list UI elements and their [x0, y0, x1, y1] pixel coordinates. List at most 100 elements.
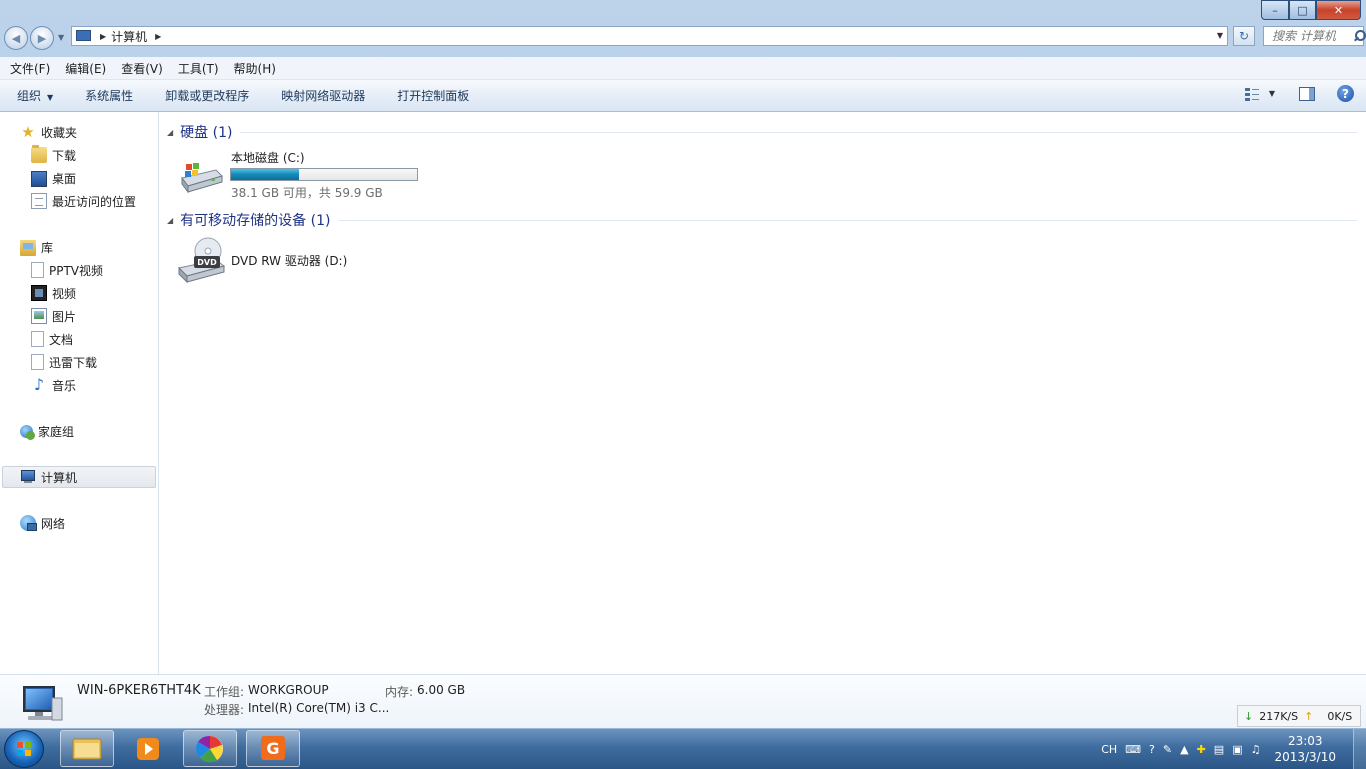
- group-title: 有可移动存储的设备 (1): [180, 213, 331, 229]
- group-header-hard-disks[interactable]: ◢ 硬盘 (1): [167, 122, 1357, 142]
- taskbar-media-player[interactable]: [121, 730, 175, 767]
- chevron-down-icon: ▼: [47, 93, 54, 102]
- group-header-removable[interactable]: ◢ 有可移动存储的设备 (1): [167, 210, 1357, 230]
- folder-icon: [72, 738, 102, 760]
- drive-c-usage-fill: [231, 169, 299, 180]
- workgroup-label: 工作组:: [204, 685, 245, 699]
- refresh-button[interactable]: ↻: [1233, 26, 1255, 46]
- net-speed-widget[interactable]: ↓ 217K/S ↑ 0K/S: [1237, 705, 1361, 727]
- details-pane: WIN-6PKER6THT4K 工作组: WORKGROUP 内存: 6.00 …: [0, 674, 1366, 728]
- drive-d-name[interactable]: DVD RW 驱动器 (D:): [231, 252, 347, 269]
- open-control-panel-button[interactable]: 打开控制面板: [380, 87, 484, 104]
- nav-homegroup[interactable]: 家庭组: [20, 421, 74, 441]
- dvd-drive-icon[interactable]: DVD: [176, 236, 226, 284]
- map-network-drive-button[interactable]: 映射网络驱动器: [264, 87, 380, 104]
- uninstall-program-button[interactable]: 卸载或更改程序: [148, 87, 264, 104]
- close-button[interactable]: ✕: [1316, 0, 1361, 20]
- menu-view[interactable]: 查看(V): [111, 60, 168, 77]
- nav-item-label: 文档: [49, 332, 74, 347]
- address-dropdown-icon[interactable]: ▼: [1217, 31, 1223, 40]
- plus-shield-icon[interactable]: ✚: [1197, 743, 1206, 756]
- upload-speed: 0K/S: [1327, 709, 1353, 723]
- address-bar[interactable]: ▶ 计算机 ▶ ▼: [71, 26, 1228, 46]
- start-button[interactable]: [4, 730, 44, 768]
- menu-tools[interactable]: 工具(T): [168, 60, 224, 77]
- document-icon: [31, 262, 44, 278]
- nav-libraries[interactable]: 库: [20, 237, 53, 257]
- libraries-icon: [20, 240, 36, 256]
- back-button[interactable]: ◀: [4, 26, 28, 50]
- minimize-button[interactable]: –: [1261, 0, 1289, 20]
- show-hidden-icons-icon[interactable]: ▲: [1180, 743, 1188, 756]
- nav-item-recent-places[interactable]: 最近访问的位置: [31, 191, 136, 211]
- menu-file[interactable]: 文件(F): [0, 60, 55, 77]
- clock-date: 2013/3/10: [1274, 750, 1336, 764]
- clock-time: 23:03: [1287, 734, 1323, 748]
- view-dropdown-icon[interactable]: ▼: [1269, 89, 1275, 98]
- volume-icon[interactable]: ♫: [1251, 743, 1261, 756]
- taskbar-g-app[interactable]: G: [246, 730, 300, 767]
- breadcrumb-separator-icon[interactable]: ▶: [100, 32, 106, 41]
- organize-label: 组织: [17, 89, 42, 103]
- nav-item-desktop[interactable]: 桌面: [31, 168, 76, 188]
- document-icon: [31, 354, 44, 370]
- pen-icon[interactable]: ✎: [1163, 743, 1172, 756]
- explorer-window: – □ ✕ ◀ ▶ ▼ ▶ 计算机 ▶ ▼ ↻ 文件(F) 编辑(E) 查看(V…: [0, 0, 1366, 728]
- device-icon[interactable]: ▤: [1214, 743, 1224, 756]
- computer-icon: [76, 30, 92, 42]
- help-icon[interactable]: ?: [1149, 743, 1155, 756]
- nav-item-documents[interactable]: 文档: [31, 329, 73, 349]
- forward-arrow-icon: ▶: [37, 31, 47, 45]
- nav-item-downloads[interactable]: 下载: [31, 145, 76, 165]
- menu-help[interactable]: 帮助(H): [224, 60, 281, 77]
- system-tray: CH ⌨ ? ✎ ▲ ✚ ▤ ▣ ♫ 23:03 2013/3/10: [1101, 729, 1366, 769]
- keyboard-icon[interactable]: ⌨: [1125, 743, 1141, 756]
- preview-pane-icon[interactable]: [1299, 86, 1315, 101]
- nav-computer[interactable]: 计算机: [20, 467, 77, 487]
- organize-button[interactable]: 组织 ▼: [0, 87, 68, 104]
- network-status-icon[interactable]: ▣: [1232, 743, 1242, 756]
- drive-c-usage-bar: [230, 168, 418, 181]
- nav-item-videos[interactable]: 视频: [31, 283, 76, 303]
- download-arrow-icon: ↓: [1244, 709, 1254, 723]
- taskbar-color-app[interactable]: [183, 730, 237, 767]
- svg-text:DVD: DVD: [197, 258, 217, 267]
- group-divider: [338, 219, 1357, 221]
- nav-homegroup-label: 家庭组: [38, 424, 75, 439]
- forward-button[interactable]: ▶: [30, 26, 54, 50]
- search-input[interactable]: [1270, 28, 1352, 44]
- network-icon: [20, 515, 37, 531]
- menu-edit[interactable]: 编辑(E): [55, 60, 111, 77]
- change-view-icon[interactable]: [1244, 87, 1259, 101]
- nav-item-xunlei-downloads[interactable]: 迅雷下载: [31, 352, 97, 372]
- nav-item-music[interactable]: ♪ 音乐: [31, 375, 76, 395]
- nav-network[interactable]: 网络: [20, 513, 65, 533]
- collapse-triangle-icon[interactable]: ◢: [167, 128, 173, 137]
- language-indicator[interactable]: CH: [1101, 743, 1117, 756]
- group-title: 硬盘 (1): [180, 125, 233, 141]
- nav-item-label: 视频: [52, 286, 77, 301]
- drive-c-name[interactable]: 本地磁盘 (C:): [231, 149, 305, 166]
- nav-item-pptv-video[interactable]: PPTV视频: [31, 260, 103, 280]
- search-icon[interactable]: [1352, 29, 1366, 43]
- downloads-folder-icon: [31, 145, 47, 163]
- computer-icon: [20, 470, 36, 486]
- help-icon[interactable]: ?: [1337, 85, 1354, 102]
- collapse-triangle-icon[interactable]: ◢: [167, 216, 173, 225]
- content-pane: ◢ 硬盘 (1) 本地磁盘 (C:) 38.1 GB 可用，共 59.9 GB …: [159, 112, 1366, 674]
- recent-pages-dropdown[interactable]: ▼: [58, 33, 64, 42]
- nav-item-pictures[interactable]: 图片: [31, 306, 76, 326]
- svg-text:G: G: [266, 739, 279, 758]
- breadcrumb-computer[interactable]: 计算机: [111, 28, 147, 45]
- clock[interactable]: 23:03 2013/3/10: [1274, 733, 1336, 765]
- windows-logo-icon: [17, 742, 31, 756]
- nav-favorites[interactable]: ★ 收藏夹: [20, 122, 77, 142]
- taskbar-explorer[interactable]: [60, 730, 114, 767]
- color-wheel-icon: [196, 735, 223, 763]
- system-properties-button[interactable]: 系统属性: [68, 87, 148, 104]
- breadcrumb-chevron-icon[interactable]: ▶: [155, 32, 161, 41]
- show-desktop-button[interactable]: [1353, 729, 1366, 769]
- hard-drive-icon[interactable]: [178, 160, 224, 196]
- refresh-icon: ↻: [1238, 29, 1250, 43]
- maximize-button[interactable]: □: [1289, 0, 1316, 20]
